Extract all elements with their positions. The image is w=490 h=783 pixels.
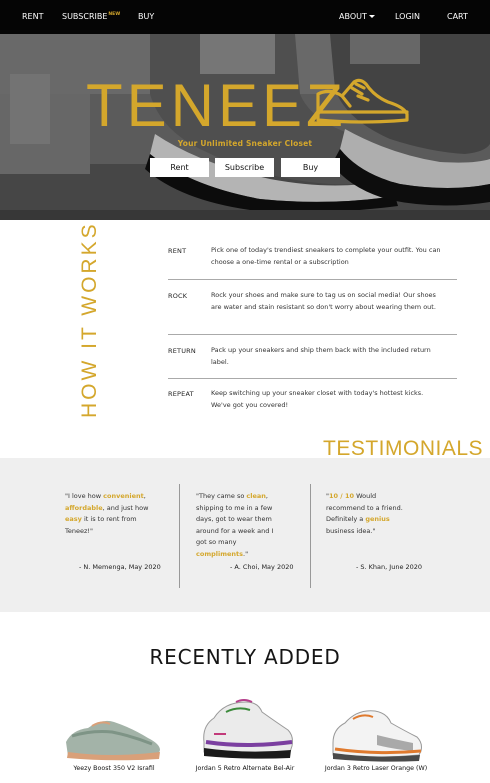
brand-logo-text: TENEEZ xyxy=(86,72,347,139)
testimonial-quote: "They came so clean, shipping to me in a… xyxy=(196,491,286,560)
nav-subscribe-label: SUBSCRIBE xyxy=(62,12,108,21)
step-return-desc: Pack up your sneakers and ship them back… xyxy=(211,346,431,366)
step-repeat-desc: Keep switching up your sneaker closet wi… xyxy=(211,389,424,409)
testimonial-quote: "10 / 10 Would recommend to a friend. De… xyxy=(326,491,416,537)
step-divider xyxy=(168,334,457,335)
new-badge: NEW xyxy=(108,12,121,17)
hero-subscribe-button[interactable]: Subscribe xyxy=(215,158,274,177)
quote-text: "I love how xyxy=(65,492,104,500)
hero-tagline: Your Unlimited Sneaker Closet xyxy=(177,139,313,148)
testimonial-divider xyxy=(179,484,180,588)
step-divider xyxy=(168,279,457,280)
testimonial-divider xyxy=(310,484,311,588)
testimonial-author: - N. Memenga, May 2020 xyxy=(79,563,161,571)
product-image-jordan-3[interactable] xyxy=(327,705,425,763)
nav-about-label: ABOUT xyxy=(339,12,367,21)
quote-highlight: affordable xyxy=(65,503,103,512)
quote-text: , xyxy=(143,492,146,500)
testimonial-quote: "I love how convenient, affordable, and … xyxy=(65,491,155,537)
testimonial-author: - S. Khan, June 2020 xyxy=(356,563,423,571)
quote-text: business idea." xyxy=(326,526,376,535)
quote-highlight: compliments xyxy=(196,549,243,558)
step-rock-name: ROCK xyxy=(168,292,188,300)
sneaker-outline-icon xyxy=(316,78,409,124)
nav-rent-link[interactable]: RENT xyxy=(22,12,43,21)
quote-highlight: convenient xyxy=(103,492,144,500)
nav-subscribe-link[interactable]: SUBSCRIBENEW xyxy=(62,12,120,21)
recently-added-title: RECENTLY ADDED xyxy=(149,645,341,669)
step-repeat-name: REPEAT xyxy=(168,390,194,398)
product-name[interactable]: Jordan 3 Retro Laser Orange (W) xyxy=(296,765,456,772)
quote-text: ." xyxy=(243,549,249,558)
testimonials-title: TESTIMONIALS xyxy=(323,437,484,460)
quote-highlight: easy xyxy=(65,515,82,523)
caret-down-icon xyxy=(368,15,375,18)
quote-text: "They came so xyxy=(196,492,247,500)
step-rent-name: RENT xyxy=(168,247,187,255)
product-image-yeezy[interactable] xyxy=(62,712,164,762)
quote-highlight: genius xyxy=(365,515,390,523)
quote-text: , shipping to me in a few days, got to w… xyxy=(196,492,274,546)
step-rent-desc: Pick one of today's trendiest sneakers t… xyxy=(211,246,441,266)
hero-rent-button[interactable]: Rent xyxy=(150,158,209,177)
step-return-name: RETURN xyxy=(168,347,196,355)
product-image-jordan-5[interactable] xyxy=(196,698,296,762)
quote-text: , and just how xyxy=(102,503,149,512)
step-divider xyxy=(168,378,457,379)
hero-banner: TENEEZ Your Unlimited Sneaker Closet Ren… xyxy=(0,34,490,220)
hero-buy-button[interactable]: Buy xyxy=(281,158,340,177)
nav-buy-link[interactable]: BUY xyxy=(138,12,154,21)
how-it-works-title: HOW IT WORKS xyxy=(78,221,101,418)
testimonial-author: - A. Choi, May 2020 xyxy=(230,563,294,571)
step-rock-desc: Rock your shoes and make sure to tag us … xyxy=(211,291,436,311)
quote-highlight: clean xyxy=(246,492,266,500)
nav-cart-link[interactable]: CART xyxy=(447,12,468,21)
nav-about-dropdown[interactable]: ABOUT xyxy=(339,12,375,21)
nav-login-link[interactable]: LOGIN xyxy=(395,12,420,21)
quote-highlight: 10 / 10 xyxy=(329,492,354,500)
top-navbar: RENT SUBSCRIBENEW BUY ABOUT LOGIN CART xyxy=(0,0,490,34)
